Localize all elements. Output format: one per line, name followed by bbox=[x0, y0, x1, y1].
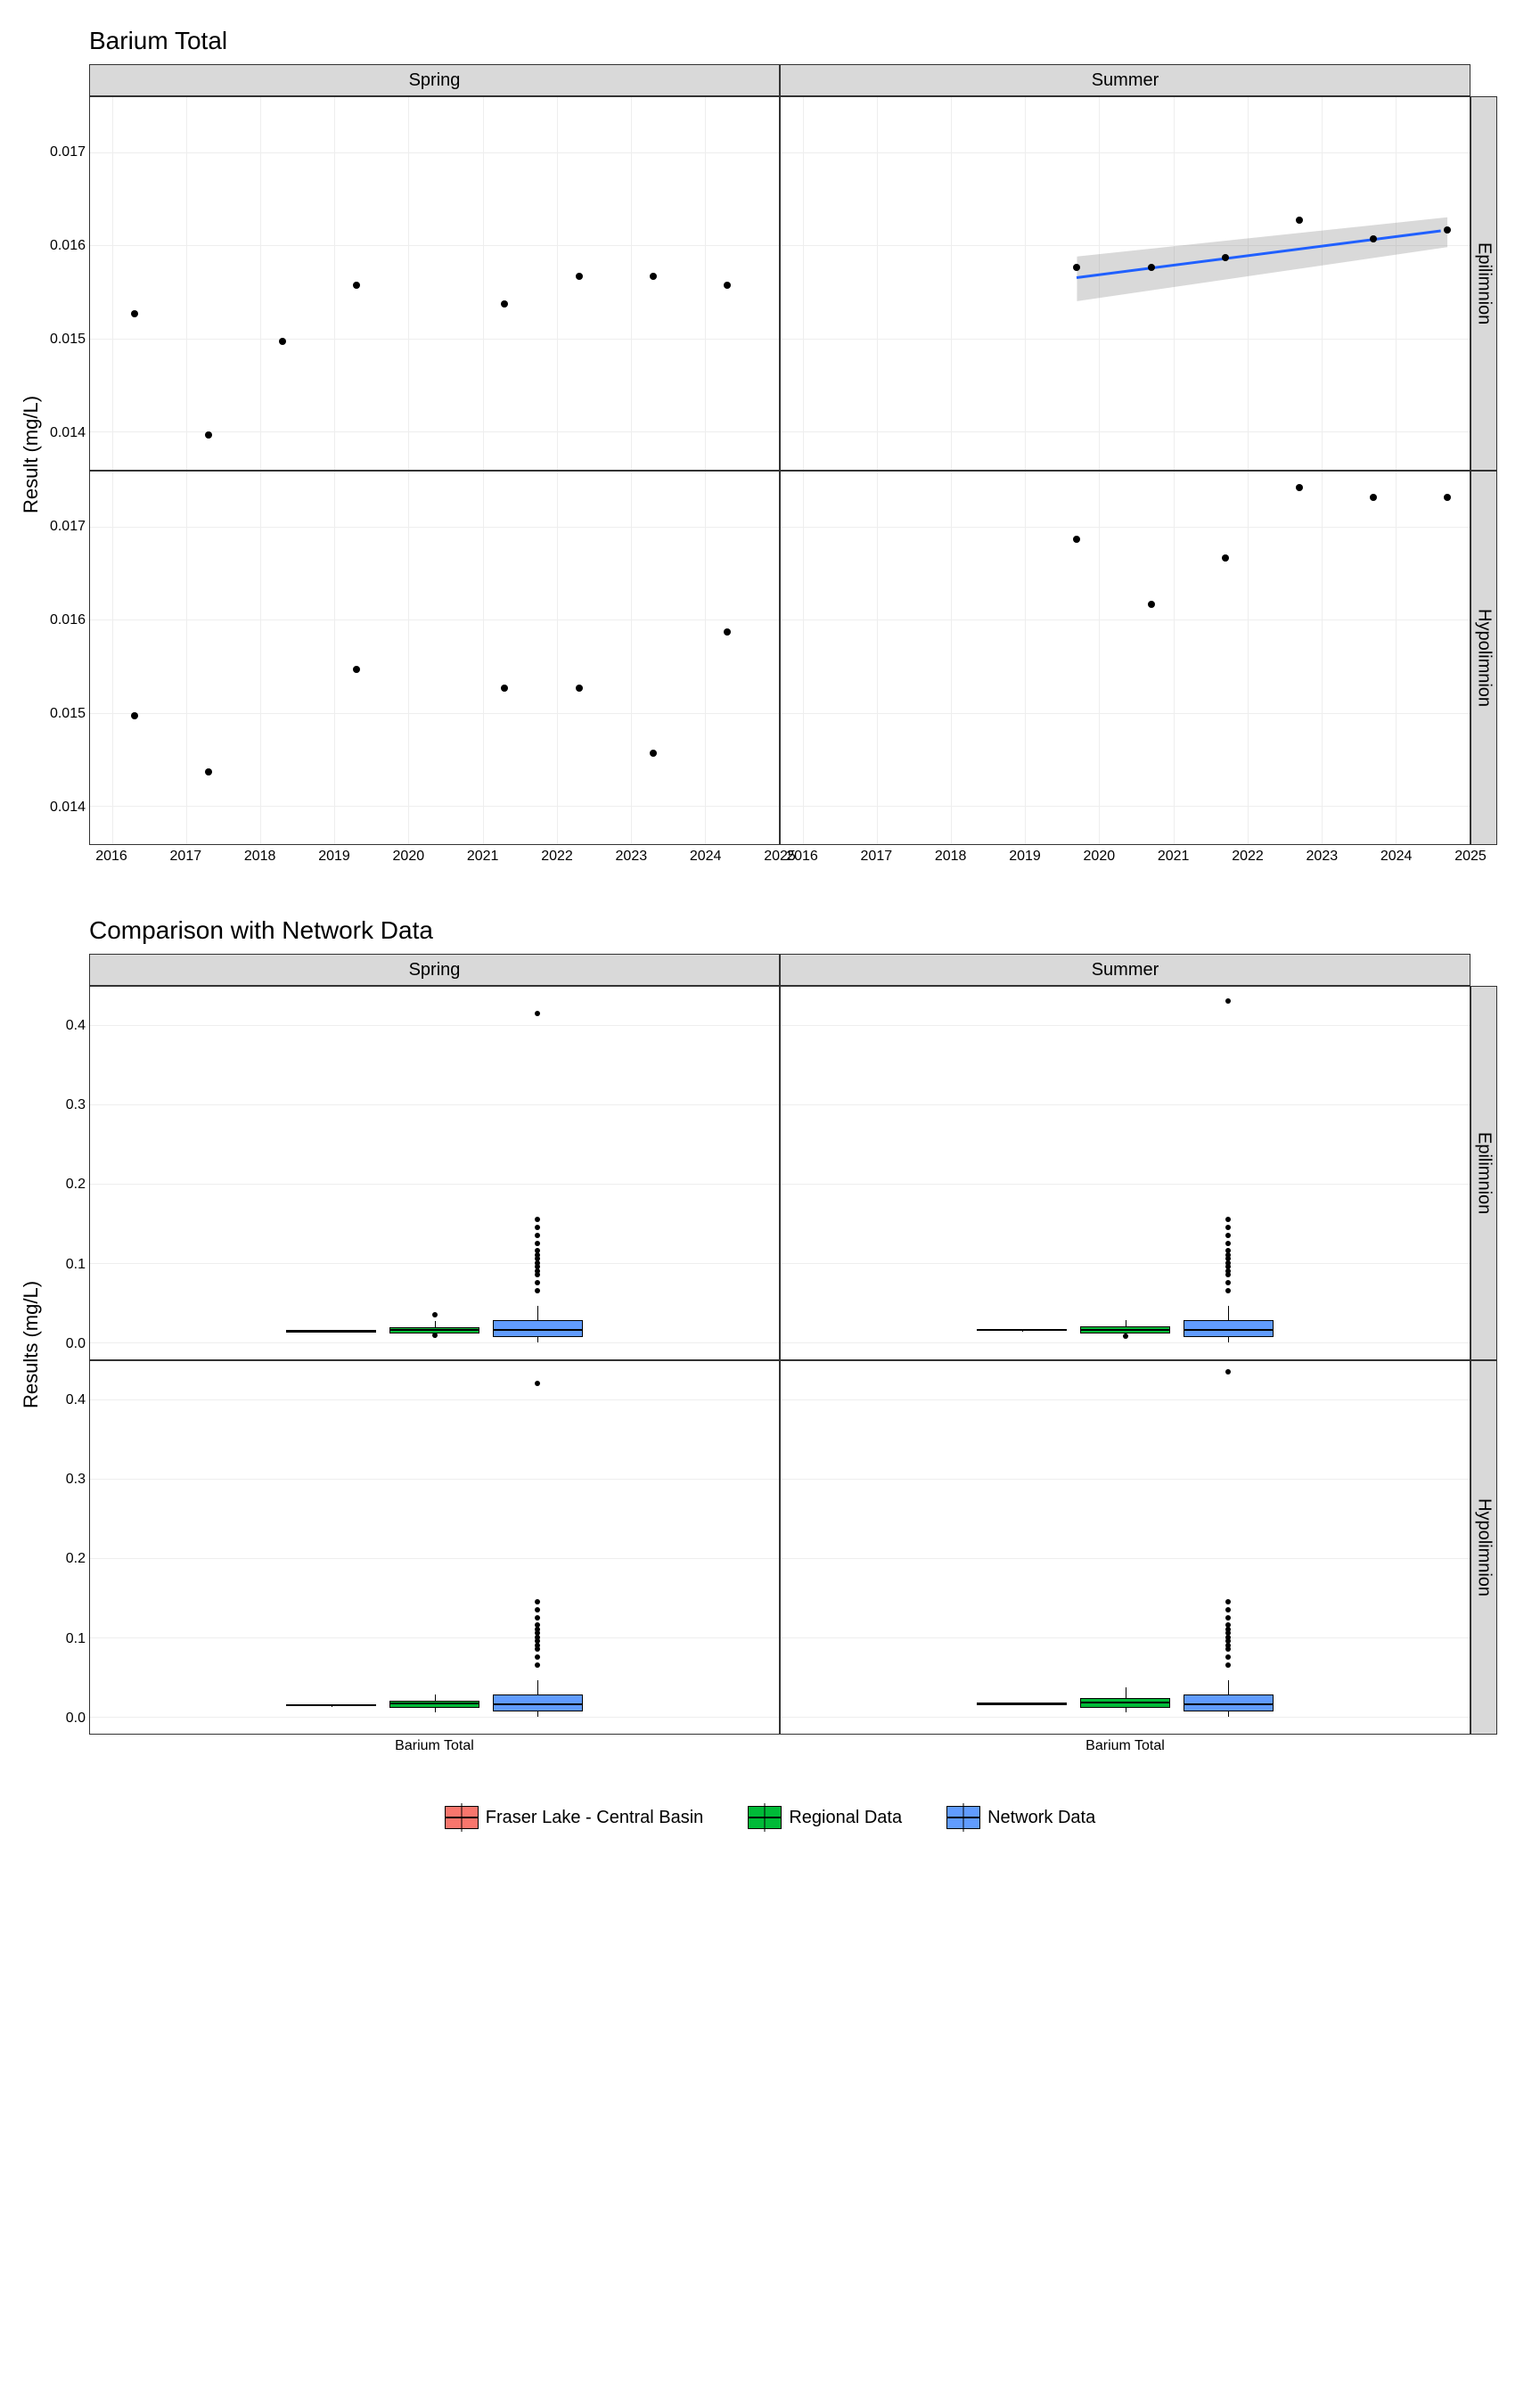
row-strip: Hypolimnion bbox=[1470, 471, 1497, 845]
data-point bbox=[279, 338, 286, 345]
data-point bbox=[576, 685, 583, 692]
row-strip: Hypolimnion bbox=[1470, 1360, 1497, 1735]
legend: Fraser Lake - Central Basin Regional Data… bbox=[18, 1806, 1522, 1829]
data-point bbox=[1444, 494, 1451, 501]
data-point bbox=[1148, 264, 1155, 271]
data-point bbox=[1222, 254, 1229, 261]
data-point bbox=[1296, 217, 1303, 224]
col-strip: Summer bbox=[780, 64, 1470, 96]
data-point bbox=[1073, 264, 1080, 271]
data-point bbox=[724, 628, 731, 636]
top-chart-title: Barium Total bbox=[89, 27, 1522, 55]
data-point bbox=[353, 282, 360, 289]
data-point bbox=[205, 768, 212, 775]
data-point bbox=[1222, 554, 1229, 562]
data-point bbox=[205, 431, 212, 439]
data-point bbox=[501, 300, 508, 308]
data-point bbox=[650, 750, 657, 757]
data-point bbox=[1073, 536, 1080, 543]
data-point bbox=[1148, 601, 1155, 608]
panel bbox=[89, 471, 780, 845]
bottom-chart-title: Comparison with Network Data bbox=[89, 916, 1522, 945]
data-point bbox=[131, 712, 138, 719]
legend-item: Regional Data bbox=[748, 1806, 902, 1829]
data-point bbox=[650, 273, 657, 280]
row-strip: Epilimnion bbox=[1470, 96, 1497, 471]
data-point bbox=[1444, 226, 1451, 234]
data-point bbox=[576, 273, 583, 280]
row-strip: Epilimnion bbox=[1470, 986, 1497, 1360]
panel bbox=[89, 1360, 780, 1735]
top-facet-grid: Result (mg/L) SpringSummer0.0140.0150.01… bbox=[36, 64, 1497, 881]
data-point bbox=[1370, 494, 1377, 501]
panel bbox=[780, 96, 1470, 471]
data-point bbox=[1370, 235, 1377, 242]
data-point bbox=[131, 310, 138, 317]
bottom-facet-grid: Results (mg/L) SpringSummer0.00.10.20.30… bbox=[36, 954, 1497, 1770]
col-strip: Summer bbox=[780, 954, 1470, 986]
data-point bbox=[501, 685, 508, 692]
col-strip: Spring bbox=[89, 64, 780, 96]
panel bbox=[780, 986, 1470, 1360]
panel bbox=[780, 471, 1470, 845]
data-point bbox=[724, 282, 731, 289]
panel bbox=[89, 96, 780, 471]
legend-item: Network Data bbox=[946, 1806, 1095, 1829]
data-point bbox=[1296, 484, 1303, 491]
legend-item: Fraser Lake - Central Basin bbox=[445, 1806, 704, 1829]
col-strip: Spring bbox=[89, 954, 780, 986]
panel bbox=[780, 1360, 1470, 1735]
data-point bbox=[353, 666, 360, 673]
panel bbox=[89, 986, 780, 1360]
